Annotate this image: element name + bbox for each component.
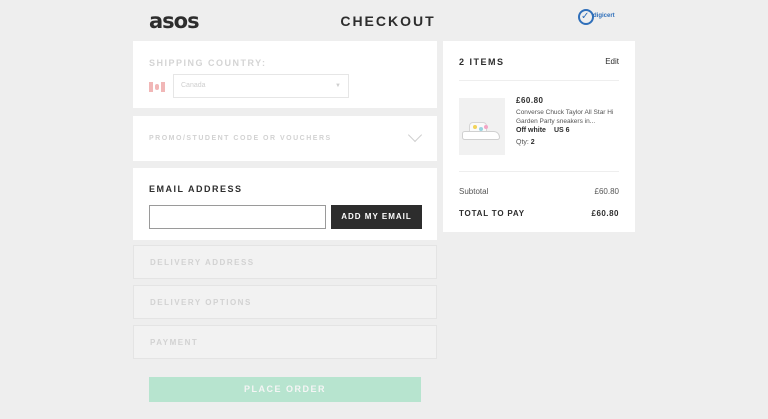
chevron-down-icon[interactable] bbox=[407, 127, 423, 143]
promo-code-panel[interactable]: PROMO/STUDENT CODE OR VOUCHERS bbox=[133, 116, 437, 161]
edit-link[interactable]: Edit bbox=[605, 57, 619, 66]
sneaker-sole bbox=[462, 131, 500, 140]
email-field[interactable] bbox=[149, 205, 326, 229]
shipping-country-panel: SHIPPING COUNTRY: Canada ▼ bbox=[133, 41, 437, 108]
total-label: TOTAL TO PAY bbox=[459, 209, 525, 218]
product-thumbnail[interactable] bbox=[459, 98, 505, 155]
delivery-address-section: DELIVERY ADDRESS bbox=[133, 245, 437, 279]
subtotal-value: £60.80 bbox=[594, 187, 619, 196]
total-value: £60.80 bbox=[591, 209, 619, 218]
chevron-down-icon: ▼ bbox=[335, 83, 341, 89]
item-price: £60.80 bbox=[516, 96, 544, 105]
item-variant: Off white US 6 bbox=[516, 127, 570, 134]
payment-section: PAYMENT bbox=[133, 325, 437, 359]
qty-label: Qty: bbox=[516, 139, 529, 146]
qty-value: 2 bbox=[530, 139, 535, 146]
delivery-options-label: DELIVERY OPTIONS bbox=[150, 298, 252, 307]
email-address-label: EMAIL ADDRESS bbox=[149, 184, 243, 194]
promo-code-label: PROMO/STUDENT CODE OR VOUCHERS bbox=[149, 135, 332, 142]
place-order-button[interactable]: PLACE ORDER bbox=[149, 377, 421, 402]
delivery-options-section: DELIVERY OPTIONS bbox=[133, 285, 437, 319]
item-name[interactable]: Converse Chuck Taylor All Star Hi Garden… bbox=[516, 108, 616, 126]
items-count: 2 ITEMS bbox=[459, 57, 505, 67]
shipping-country-label: SHIPPING COUNTRY: bbox=[149, 58, 267, 68]
asos-logo[interactable]: asos bbox=[149, 9, 200, 33]
check-icon: ✓ bbox=[581, 11, 590, 22]
canada-flag-icon bbox=[149, 82, 165, 92]
divider bbox=[459, 80, 619, 81]
payment-label: PAYMENT bbox=[150, 338, 199, 347]
divider bbox=[459, 171, 619, 172]
item-size: US 6 bbox=[553, 127, 570, 134]
country-select-value: Canada bbox=[181, 82, 206, 89]
add-my-email-button[interactable]: ADD MY EMAIL bbox=[331, 205, 422, 229]
item-quantity: Qty: 2 bbox=[516, 139, 535, 146]
digicert-badge: ✓ digicert bbox=[578, 9, 618, 27]
subtotal-label: Subtotal bbox=[459, 187, 489, 196]
delivery-address-label: DELIVERY ADDRESS bbox=[150, 258, 255, 267]
country-select[interactable]: Canada ▼ bbox=[173, 74, 349, 98]
email-panel: EMAIL ADDRESS ADD MY EMAIL bbox=[133, 168, 437, 240]
page-title: CHECKOUT bbox=[340, 13, 436, 29]
item-color: Off white bbox=[516, 127, 546, 134]
checkout-header: asos CHECKOUT ✓ digicert bbox=[0, 0, 768, 41]
order-summary-panel: 2 ITEMS Edit £60.80 Converse Chuck Taylo… bbox=[443, 41, 635, 232]
digicert-label: digicert bbox=[593, 13, 615, 19]
